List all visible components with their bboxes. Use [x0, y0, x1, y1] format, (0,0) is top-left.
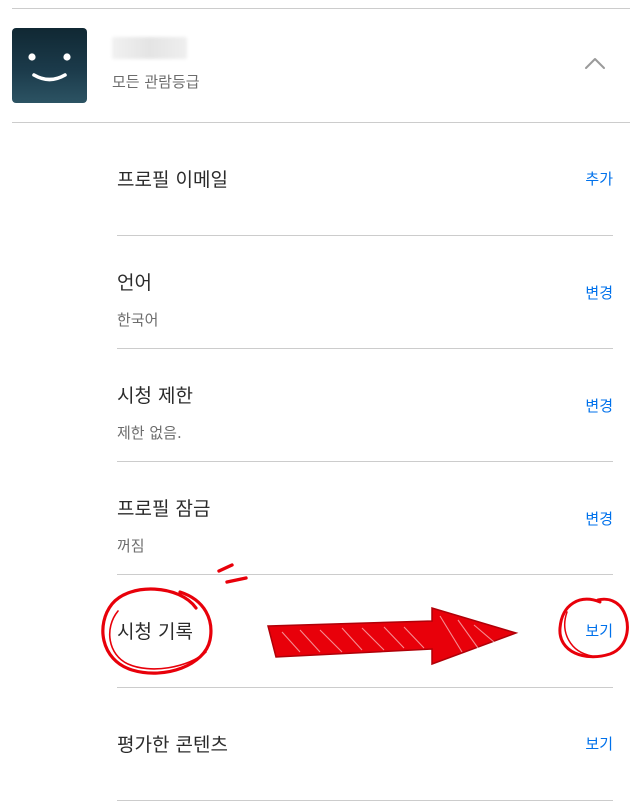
change-language-link[interactable]: 변경: [585, 282, 613, 303]
setting-row-viewing-activity: 시청 기록 보기: [117, 575, 613, 688]
view-ratings-link[interactable]: 보기: [585, 733, 613, 754]
collapse-button[interactable]: [582, 53, 608, 73]
setting-title: 평가한 콘텐츠: [117, 734, 228, 756]
change-restrictions-link[interactable]: 변경: [585, 395, 613, 416]
add-email-link[interactable]: 추가: [585, 168, 613, 189]
setting-row-language: 언어 한국어 변경: [117, 236, 613, 349]
setting-title: 언어: [117, 272, 152, 294]
setting-title: 프로필 잠금: [117, 498, 211, 520]
smiley-avatar-icon: [28, 53, 71, 82]
setting-row-viewing-restrictions: 시청 제한 제한 없음. 변경: [117, 349, 613, 462]
view-activity-link[interactable]: 보기: [585, 620, 613, 641]
setting-title: 시청 제한: [117, 385, 193, 407]
setting-row-profile-lock: 프로필 잠금 꺼짐 변경: [117, 462, 613, 575]
change-lock-link[interactable]: 변경: [585, 508, 613, 529]
setting-value: 꺼짐: [117, 537, 145, 555]
profile-name-redacted: [112, 37, 187, 59]
setting-title: 시청 기록: [117, 621, 193, 643]
profile-settings-list: 프로필 이메일 추가 언어 한국어 변경 시청 제한 제한 없음. 변경 프로필…: [117, 123, 613, 801]
profile-header[interactable]: 모든 관람등급: [12, 9, 630, 123]
setting-value: 제한 없음.: [117, 424, 182, 442]
setting-value: 한국어: [117, 311, 159, 329]
setting-row-ratings: 평가한 콘텐츠 보기: [117, 688, 613, 801]
setting-title: 프로필 이메일: [117, 169, 228, 191]
chevron-up-icon: [585, 58, 605, 69]
profile-avatar: [12, 28, 87, 103]
setting-row-profile-email: 프로필 이메일 추가: [117, 123, 613, 236]
maturity-rating: 모든 관람등급: [112, 73, 200, 91]
